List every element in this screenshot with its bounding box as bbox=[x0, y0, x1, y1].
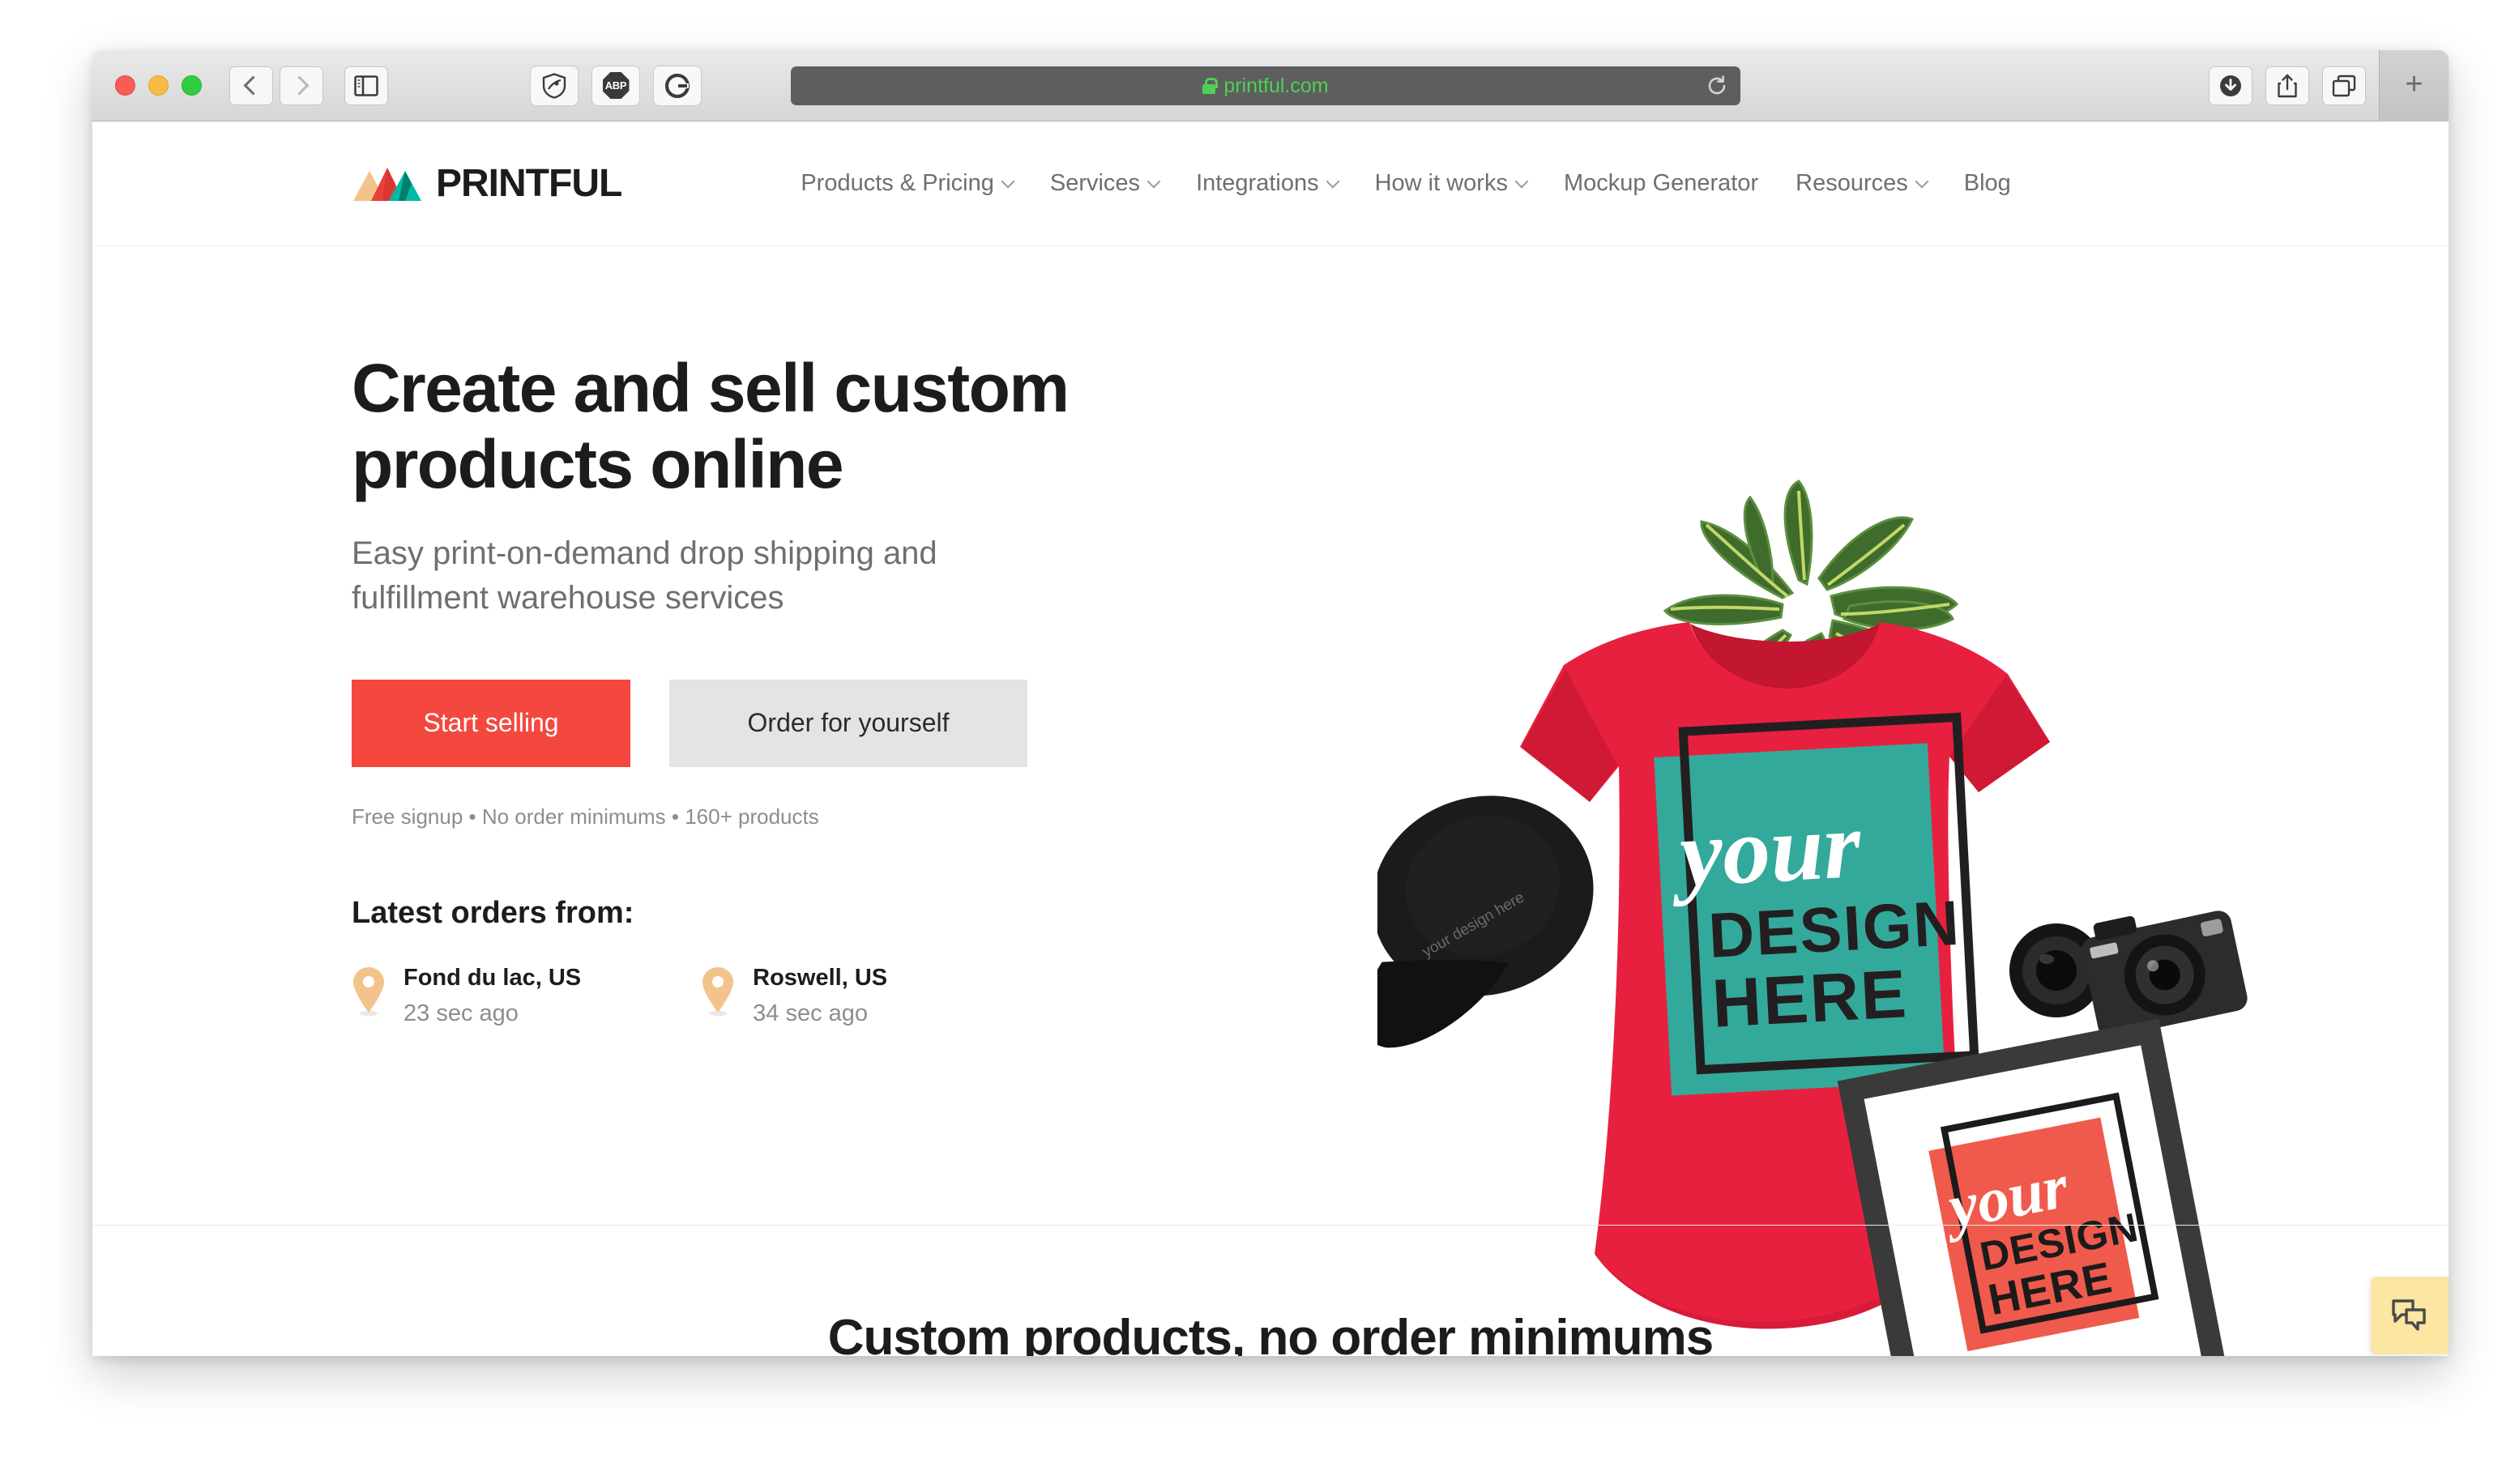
main-navigation: Products & Pricing Services Integrations… bbox=[782, 170, 2030, 197]
next-section-heading: Custom products, no order minimums bbox=[827, 1310, 1714, 1356]
tshirt-print-design: your DESIGN HERE bbox=[1654, 712, 1979, 1096]
chevron-left-icon bbox=[243, 75, 263, 96]
chevron-down-icon bbox=[1326, 174, 1340, 188]
list-item: Roswell, US 34 sec ago bbox=[701, 965, 887, 1027]
hero-section: Create and sell custom products online E… bbox=[92, 246, 2449, 1356]
ghostery-extension-button[interactable] bbox=[530, 65, 579, 106]
chevron-right-icon bbox=[289, 75, 310, 96]
nav-item-blog[interactable]: Blog bbox=[1945, 170, 2030, 197]
nav-item-products-pricing[interactable]: Products & Pricing bbox=[782, 170, 1031, 197]
chevron-down-icon bbox=[1514, 174, 1529, 188]
print-text-your: your bbox=[1667, 791, 1864, 907]
order-time: 23 sec ago bbox=[404, 1000, 519, 1026]
order-city: Roswell, US bbox=[753, 964, 888, 991]
start-selling-button[interactable]: Start selling bbox=[352, 679, 630, 767]
printful-logo-text: PRINTFUL bbox=[436, 162, 622, 205]
abp-label: ABP bbox=[602, 72, 630, 99]
latest-orders-list: Fond du lac, US 23 sec ago Roswell, US 3… bbox=[352, 965, 1178, 1027]
order-time: 34 sec ago bbox=[753, 1000, 869, 1026]
sidebar-toggle-button[interactable] bbox=[344, 66, 388, 105]
close-window-button[interactable] bbox=[115, 75, 135, 96]
sidebar-icon bbox=[354, 75, 378, 96]
navigation-buttons bbox=[229, 66, 323, 105]
back-button[interactable] bbox=[229, 66, 273, 105]
order-city: Fond du lac, US bbox=[404, 964, 582, 991]
chevron-down-icon bbox=[1001, 174, 1015, 188]
url-text: printful.com bbox=[1223, 74, 1329, 97]
tab-overview-button[interactable] bbox=[2322, 66, 2366, 105]
page-title: Create and sell custom products online bbox=[352, 350, 1070, 503]
tab-overview-icon bbox=[2332, 75, 2356, 96]
section-divider bbox=[92, 1225, 2449, 1226]
minimize-window-button[interactable] bbox=[148, 75, 169, 96]
toolbar-right-buttons bbox=[2209, 66, 2366, 105]
chevron-down-icon bbox=[1146, 174, 1161, 188]
forward-button[interactable] bbox=[280, 66, 323, 105]
grammarly-extension-button[interactable] bbox=[653, 65, 702, 106]
printful-logo-mark-icon bbox=[352, 166, 423, 202]
window-controls bbox=[115, 75, 202, 96]
download-icon bbox=[2220, 75, 2241, 96]
reload-button[interactable] bbox=[1706, 75, 1727, 96]
list-item: Fond du lac, US 23 sec ago bbox=[352, 965, 581, 1027]
latest-orders-title: Latest orders from: bbox=[352, 895, 634, 930]
safari-browser-window: ABP printful.com + PRINTFUL Products & P… bbox=[92, 50, 2449, 1356]
extension-buttons: ABP bbox=[530, 65, 702, 106]
share-icon bbox=[2278, 74, 2297, 97]
chevron-down-icon bbox=[1915, 174, 1929, 188]
nav-label: Blog bbox=[1963, 170, 2011, 196]
hero-subtitle: Easy print-on-demand drop shipping and f… bbox=[352, 535, 937, 616]
cta-button-row: Start selling Order for yourself bbox=[352, 679, 1178, 767]
hero-text-column: Create and sell custom products online E… bbox=[352, 350, 1178, 1231]
grammarly-icon bbox=[665, 73, 690, 98]
lock-icon bbox=[1202, 78, 1219, 94]
new-tab-button[interactable]: + bbox=[2379, 50, 2449, 122]
map-pin-icon bbox=[352, 966, 386, 1017]
order-for-yourself-button[interactable]: Order for yourself bbox=[669, 679, 1027, 767]
hero-fineprint: Free signup • No order minimums • 160+ p… bbox=[352, 804, 819, 829]
nav-label: Services bbox=[1049, 170, 1141, 196]
hero-product-mockup-image: your DESIGN HERE your design here your D… bbox=[1377, 475, 2269, 1356]
nav-item-resources[interactable]: Resources bbox=[1777, 170, 1945, 197]
web-page-content: PRINTFUL Products & Pricing Services Int… bbox=[92, 122, 2449, 1356]
ghostery-icon bbox=[542, 72, 566, 99]
order-details: Roswell, US 34 sec ago bbox=[753, 965, 887, 1027]
nav-label: Mockup Generator bbox=[1563, 170, 1759, 196]
downloads-button[interactable] bbox=[2209, 66, 2252, 105]
desktop-background: ABP printful.com + PRINTFUL Products & P… bbox=[0, 0, 2515, 1484]
nav-item-services[interactable]: Services bbox=[1031, 170, 1177, 197]
printful-logo[interactable]: PRINTFUL bbox=[352, 161, 622, 206]
zoom-window-button[interactable] bbox=[181, 75, 202, 96]
site-header: PRINTFUL Products & Pricing Services Int… bbox=[92, 122, 2449, 246]
map-pin-icon bbox=[701, 966, 735, 1017]
nav-label: How it works bbox=[1374, 170, 1508, 196]
order-details: Fond du lac, US 23 sec ago bbox=[404, 965, 581, 1027]
nav-item-how-it-works[interactable]: How it works bbox=[1356, 170, 1545, 197]
nav-label: Resources bbox=[1796, 170, 1908, 196]
nav-label: Products & Pricing bbox=[801, 170, 994, 196]
address-bar[interactable]: printful.com bbox=[791, 66, 1740, 105]
share-button[interactable] bbox=[2265, 66, 2309, 105]
print-text-here: HERE bbox=[1710, 955, 1910, 1042]
adblock-plus-extension-button[interactable]: ABP bbox=[591, 65, 640, 106]
nav-item-integrations[interactable]: Integrations bbox=[1177, 170, 1356, 197]
url-display: printful.com bbox=[1202, 74, 1329, 98]
reload-icon bbox=[1708, 75, 1726, 95]
nav-item-mockup-generator[interactable]: Mockup Generator bbox=[1545, 170, 1777, 197]
nav-label: Integrations bbox=[1196, 170, 1319, 196]
browser-toolbar: ABP printful.com + bbox=[92, 50, 2449, 122]
